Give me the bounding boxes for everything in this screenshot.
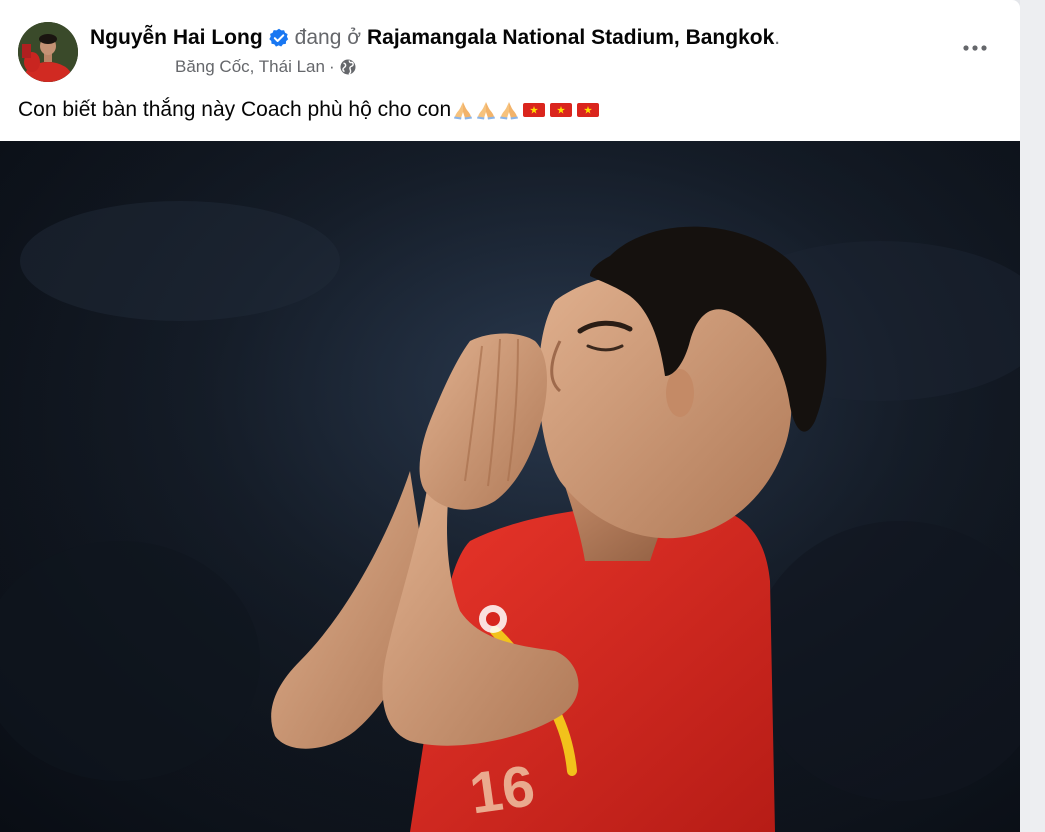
vietnam-flag-icon xyxy=(550,103,573,117)
player-praying-image: 16 xyxy=(0,141,1020,832)
post-header: Nguyễn Hai Long đang ở Rajamangala Natio… xyxy=(0,0,1020,90)
folded-hands-icon xyxy=(454,102,473,120)
vietnam-flag-icon xyxy=(577,103,600,117)
folded-hands-icon xyxy=(500,102,519,120)
meta-separator: · xyxy=(328,57,335,76)
more-options-icon xyxy=(963,45,987,51)
place-suffix: . xyxy=(774,26,781,49)
jersey-number: 16 xyxy=(466,753,539,826)
post-card: Nguyễn Hai Long đang ở Rajamangala Natio… xyxy=(0,0,1020,832)
post-location[interactable]: Băng Cốc, Thái Lan xyxy=(175,57,325,77)
post-meta: Băng Cốc, Thái Lan · xyxy=(175,56,357,78)
globe-icon[interactable] xyxy=(339,58,357,76)
post-photo[interactable]: 16 xyxy=(0,141,1020,832)
vietnam-flag-icon xyxy=(523,103,546,117)
checked-in-text: đang ở xyxy=(294,26,361,49)
caption-text: Con biết bàn thắng này Coach phù hộ cho … xyxy=(18,98,452,121)
folded-hands-icon xyxy=(477,102,496,120)
federation-logo-icon xyxy=(479,605,507,633)
more-options-button[interactable] xyxy=(955,33,995,63)
author-name[interactable]: Nguyễn Hai Long xyxy=(90,26,263,50)
place-name-link[interactable]: Rajamangala National Stadium, Bangkok xyxy=(367,26,774,50)
post-caption: Con biết bàn thắng này Coach phù hộ cho … xyxy=(18,95,600,125)
author-line: Nguyễn Hai Long đang ở Rajamangala Natio… xyxy=(90,23,780,53)
right-gutter xyxy=(1020,0,1045,832)
caption-emojis xyxy=(453,100,600,120)
verified-badge-icon xyxy=(268,28,289,48)
author-avatar[interactable] xyxy=(18,22,78,82)
